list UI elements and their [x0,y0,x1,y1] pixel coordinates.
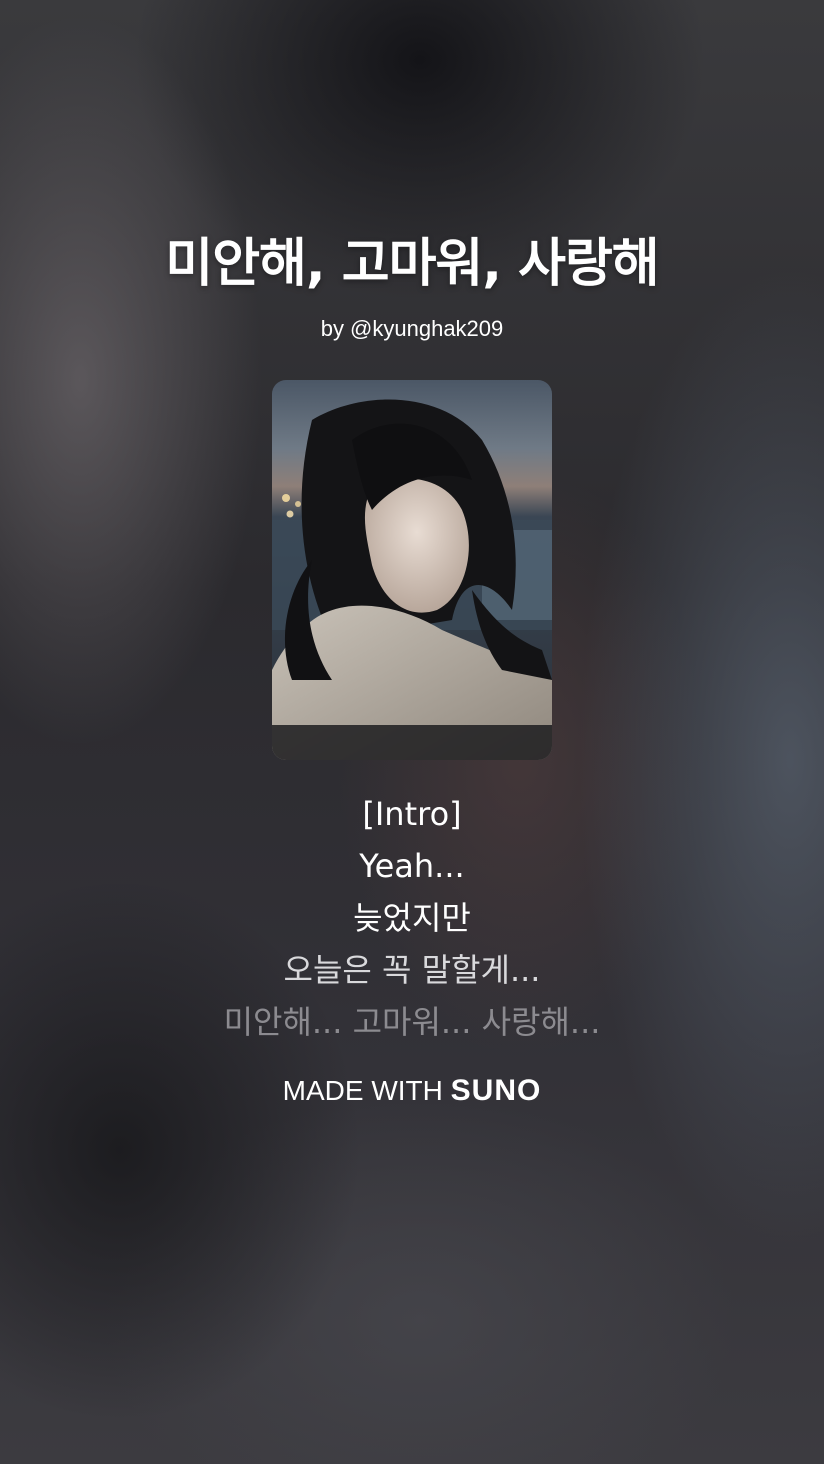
made-with-label: MADE WITH [282,1075,443,1106]
lyric-line: 오늘은 꼭 말할게... [283,951,541,989]
cover-art-image [272,380,552,760]
lyrics-panel: [Intro] Yeah... 늦었지만 오늘은 꼭 말할게... 미안해...… [0,788,824,1048]
artist-byline[interactable]: by @kyunghak209 [0,313,824,345]
share-card: 미안해, 고마워, 사랑해 by @kyunghak209 [Intro] Ye… [0,0,824,1464]
made-with-suno[interactable]: MADE WITH SUNO [0,1072,824,1110]
lyric-line: Yeah... [359,847,465,885]
lyric-line: 늦었지만 [353,899,471,937]
cover-art [272,380,552,760]
lyric-line: [Intro] [362,795,462,833]
song-title: 미안해, 고마워, 사랑해 [165,234,659,294]
suno-logo: SUNO [450,1074,542,1107]
lyric-line: 미안해... 고마워... 사랑해... [223,1003,601,1041]
